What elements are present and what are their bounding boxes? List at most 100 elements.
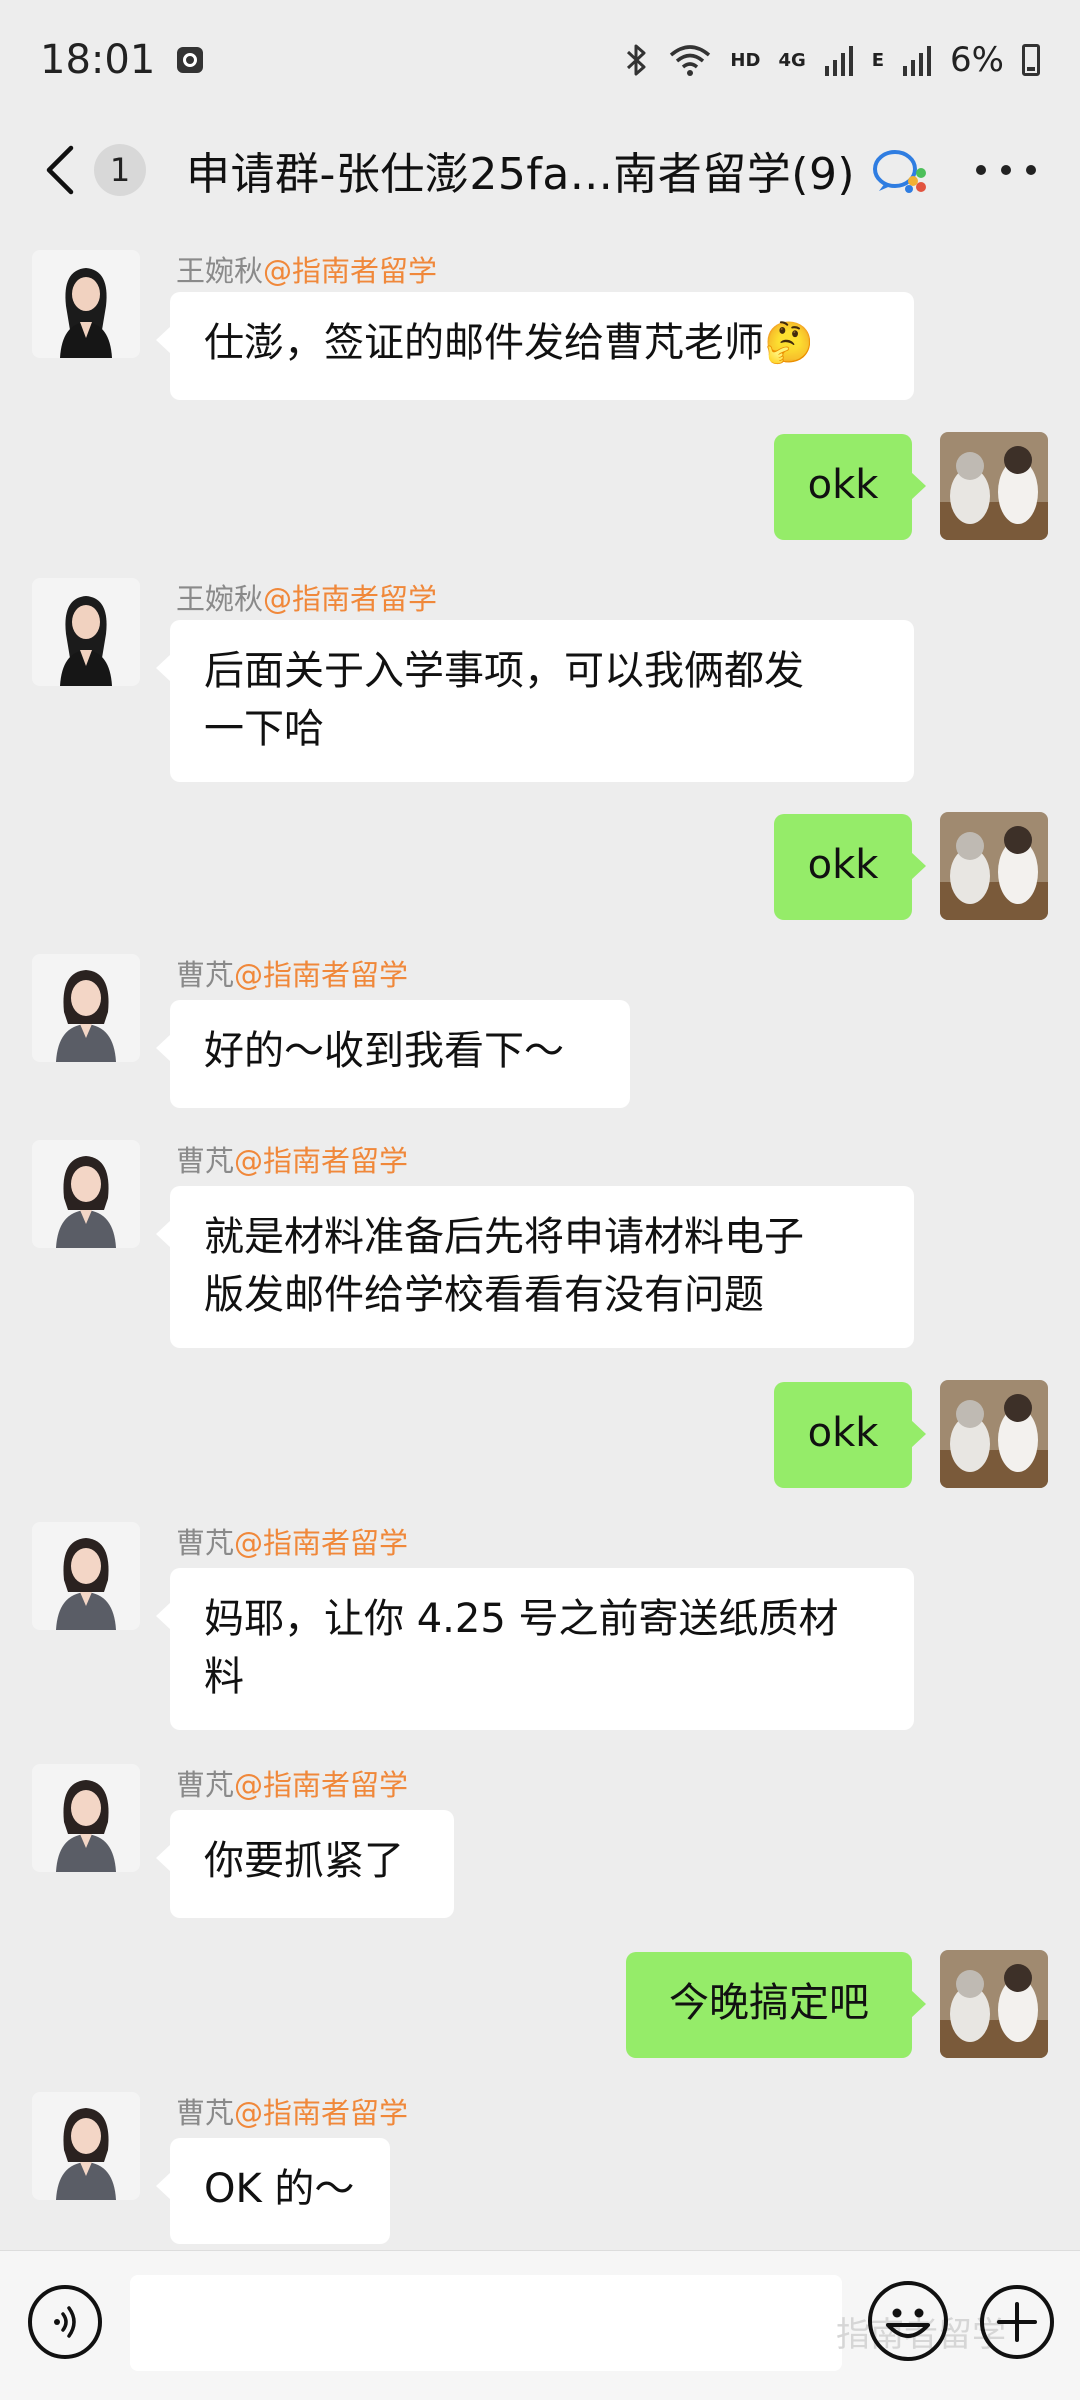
sender-name: 王婉秋 bbox=[176, 254, 264, 288]
avatar-portrait-woman-2 bbox=[32, 1140, 140, 1248]
plus-icon bbox=[997, 2302, 1037, 2342]
sender-label: 曹芃@指南者留学 bbox=[176, 1520, 408, 1562]
back-button[interactable] bbox=[30, 135, 90, 205]
self-avatar[interactable] bbox=[940, 812, 1048, 920]
battery-percent: 6% bbox=[950, 40, 1004, 80]
message-input[interactable] bbox=[130, 2275, 842, 2371]
more-options-button[interactable] bbox=[976, 150, 1036, 190]
avatar[interactable] bbox=[32, 578, 140, 686]
status-time: 18:01 bbox=[40, 37, 156, 83]
message-text-line: 料 bbox=[204, 1654, 244, 1700]
network-4g-label: 4G bbox=[778, 49, 806, 71]
message-text-line: 妈耶，让你 4.25 号之前寄送纸质材 bbox=[204, 1596, 839, 1642]
voice-button[interactable] bbox=[28, 2285, 102, 2359]
sender-org: @指南者留学 bbox=[234, 958, 409, 992]
sender-org: @指南者留学 bbox=[234, 2096, 409, 2130]
chevron-left-icon bbox=[46, 145, 74, 195]
avatar[interactable] bbox=[32, 250, 140, 358]
signal-icon-2 bbox=[903, 46, 932, 76]
message-text: 今晚搞定吧 bbox=[669, 1980, 869, 2026]
more-dot bbox=[976, 165, 986, 175]
sender-label: 王婉秋@指南者留学 bbox=[176, 576, 437, 618]
self-avatar[interactable] bbox=[940, 1950, 1048, 2058]
message-bubble[interactable]: 今晚搞定吧 bbox=[626, 1952, 926, 2058]
chat-screen: 18:01 HD 4G E 6% 1 申请群-张仕澎25fa...南者留学(9)… bbox=[0, 0, 1080, 2400]
status-bar: 18:01 HD 4G E 6% bbox=[0, 0, 1080, 120]
avatar-portrait-woman bbox=[32, 578, 140, 686]
emoji-icon bbox=[886, 2308, 930, 2338]
sender-name: 曹芃 bbox=[176, 958, 235, 992]
avatar[interactable] bbox=[32, 2092, 140, 2200]
avatar[interactable] bbox=[32, 954, 140, 1062]
message-text-line: 就是材料准备后先将申请材料电子 bbox=[204, 1214, 804, 1260]
message-text: okk bbox=[807, 462, 879, 508]
message-bubble[interactable]: 你要抓紧了 bbox=[156, 1810, 454, 1918]
message-bubble[interactable]: okk bbox=[774, 814, 926, 920]
sender-name: 曹芃 bbox=[176, 1526, 235, 1560]
message-text-line: 一下哈 bbox=[204, 706, 324, 752]
more-functions-button[interactable] bbox=[980, 2285, 1054, 2359]
avatar-cats bbox=[940, 812, 1048, 920]
input-bar: 指南者留学 bbox=[0, 2250, 1080, 2400]
message-text-line: 后面关于入学事项，可以我俩都发 bbox=[204, 648, 804, 694]
message-text-line: 版发邮件给学校看看有没有问题 bbox=[204, 1272, 764, 1318]
unread-count-badge: 1 bbox=[94, 144, 146, 196]
avatar[interactable] bbox=[32, 1764, 140, 1872]
hd-label: HD bbox=[730, 49, 761, 71]
avatar-portrait-woman-2 bbox=[32, 1764, 140, 1872]
sender-org: @指南者留学 bbox=[263, 582, 438, 616]
message-bubble[interactable]: 仕澎，签证的邮件发给曹芃老师🤔 bbox=[156, 292, 914, 400]
avatar-portrait-woman bbox=[32, 250, 140, 358]
avatar-portrait-woman-2 bbox=[32, 954, 140, 1062]
avatar[interactable] bbox=[32, 1522, 140, 1630]
more-dot bbox=[1026, 165, 1036, 175]
avatar-cats bbox=[940, 1950, 1048, 2058]
sender-label: 曹芃@指南者留学 bbox=[176, 952, 408, 994]
sender-org: @指南者留学 bbox=[263, 254, 438, 288]
message-text: 仕澎，签证的邮件发给曹芃老师🤔 bbox=[204, 320, 814, 366]
sender-name: 王婉秋 bbox=[176, 582, 264, 616]
message-text: okk bbox=[807, 842, 879, 888]
sender-label: 曹芃@指南者留学 bbox=[176, 1762, 408, 1804]
message-bubble[interactable]: okk bbox=[774, 434, 926, 540]
message-bubble[interactable]: OK 的～ bbox=[156, 2138, 390, 2244]
signal-icon bbox=[824, 46, 853, 76]
chat-header: 1 申请群-张仕澎25fa...南者留学(9) bbox=[0, 120, 1080, 220]
bluetooth-icon bbox=[627, 44, 646, 76]
self-avatar[interactable] bbox=[940, 1380, 1048, 1488]
sender-org: @指南者留学 bbox=[234, 1526, 409, 1560]
sender-label: 王婉秋@指南者留学 bbox=[176, 248, 437, 290]
voice-icon bbox=[54, 2306, 76, 2338]
avatar-portrait-woman-2 bbox=[32, 1522, 140, 1630]
message-bubble[interactable]: 妈耶，让你 4.25 号之前寄送纸质材 料 bbox=[156, 1568, 914, 1730]
battery-icon bbox=[1022, 44, 1040, 76]
sender-org: @指南者留学 bbox=[234, 1144, 409, 1178]
wecom-group-icon bbox=[873, 150, 927, 193]
wifi-icon bbox=[670, 45, 711, 76]
more-dot bbox=[1001, 165, 1011, 175]
sender-name: 曹芃 bbox=[176, 1768, 235, 1802]
status-indicators: HD 4G E 6% bbox=[624, 40, 1040, 80]
sender-org: @指南者留学 bbox=[234, 1768, 409, 1802]
avatar-cats bbox=[940, 1380, 1048, 1488]
sender-name: 曹芃 bbox=[176, 1144, 235, 1178]
message-bubble[interactable]: 就是材料准备后先将申请材料电子 版发邮件给学校看看有没有问题 bbox=[156, 1186, 914, 1348]
avatar[interactable] bbox=[32, 1140, 140, 1248]
message-bubble[interactable]: okk bbox=[774, 1382, 926, 1488]
chat-title[interactable]: 申请群-张仕澎25fa...南者留学(9) bbox=[186, 138, 855, 202]
clock-notification-icon bbox=[177, 47, 204, 73]
message-text: okk bbox=[807, 1410, 879, 1456]
message-bubble[interactable]: 后面关于入学事项，可以我俩都发 一下哈 bbox=[156, 620, 914, 782]
sender-label: 曹芃@指南者留学 bbox=[176, 2090, 408, 2132]
message-text: OK 的～ bbox=[204, 2166, 355, 2212]
message-text: 你要抓紧了 bbox=[204, 1838, 404, 1884]
sender-label: 曹芃@指南者留学 bbox=[176, 1138, 408, 1180]
message-bubble[interactable]: 好的～收到我看下～ bbox=[156, 1000, 630, 1108]
avatar-portrait-woman-2 bbox=[32, 2092, 140, 2200]
avatar-cats bbox=[940, 432, 1048, 540]
message-text: 好的～收到我看下～ bbox=[204, 1028, 564, 1074]
sender-name: 曹芃 bbox=[176, 2096, 235, 2130]
network-e-label: E bbox=[871, 49, 885, 71]
emoji-button[interactable] bbox=[868, 2281, 948, 2361]
self-avatar[interactable] bbox=[940, 432, 1048, 540]
